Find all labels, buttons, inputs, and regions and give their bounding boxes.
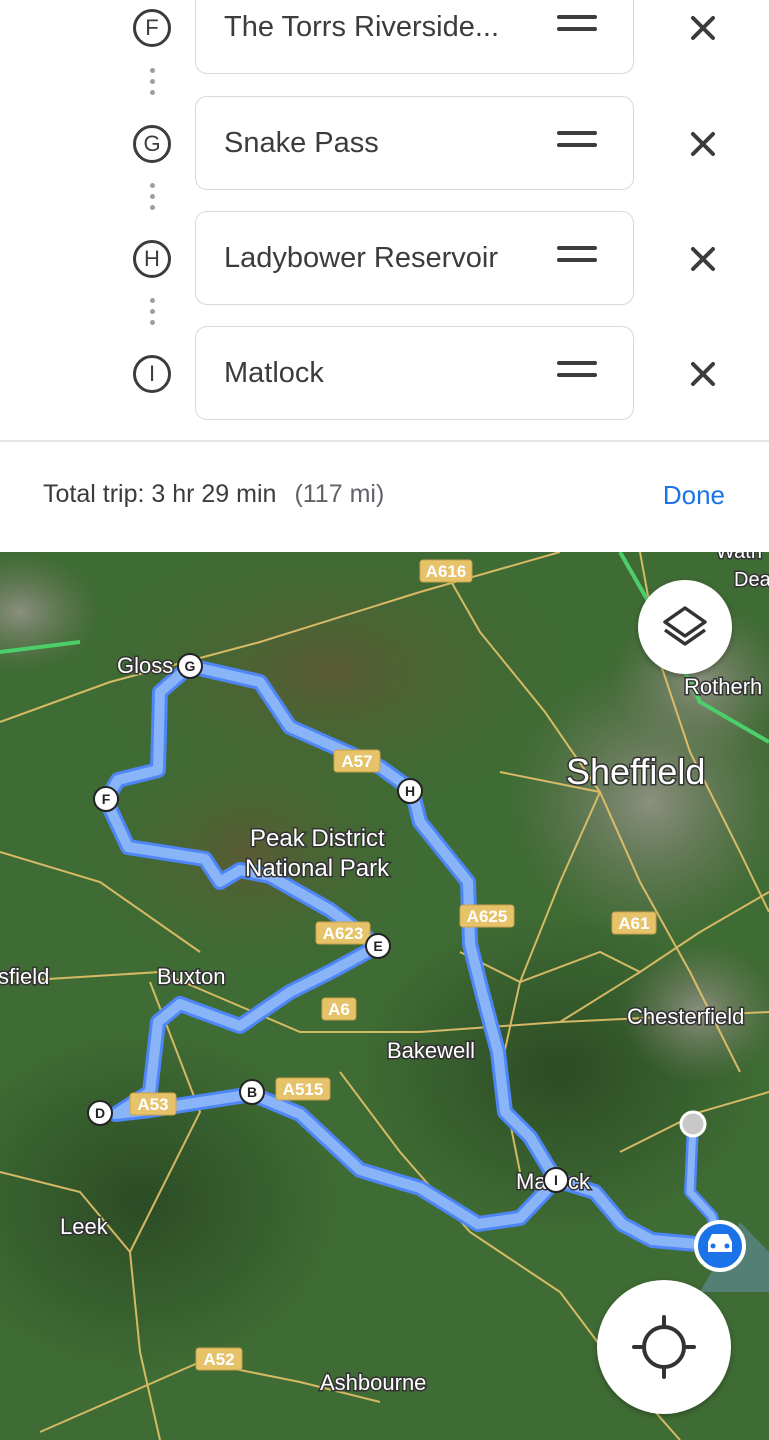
stop-name: Matlock	[224, 357, 324, 389]
done-button[interactable]: Done	[663, 480, 725, 511]
stop-name: Snake Pass	[224, 127, 379, 159]
stop-name: Ladybower Reservoir	[224, 242, 499, 274]
place-bakewell: Bakewell	[387, 1038, 475, 1063]
place-macclesfield: sfield	[0, 964, 49, 989]
marker-g-label: G	[185, 658, 196, 674]
layers-button[interactable]	[638, 580, 732, 674]
stop-field-g[interactable]: Snake Pass	[195, 96, 634, 190]
car-location-icon	[694, 1220, 746, 1272]
my-location-button[interactable]	[597, 1280, 731, 1414]
place-leek: Leek	[60, 1214, 109, 1239]
trip-summary: Total trip: 3 hr 29 min (117 mi)	[43, 480, 384, 509]
origin-dot	[679, 1110, 707, 1138]
stop-marker-i: I	[133, 355, 171, 393]
stop-field-h[interactable]: Ladybower Reservoir	[195, 211, 634, 305]
close-icon[interactable]	[688, 129, 718, 159]
stop-row-f: F The Torrs Riverside...	[0, 0, 769, 76]
stop-marker-g: G	[133, 125, 171, 163]
drag-handle-icon[interactable]	[557, 15, 597, 37]
road-label-a623: A623	[323, 924, 364, 943]
marker-e-label: E	[373, 938, 382, 954]
drag-handle-icon[interactable]	[557, 246, 597, 268]
stop-name: The Torrs Riverside...	[224, 11, 500, 43]
road-label-a52: A52	[203, 1350, 234, 1369]
road-label-a6: A6	[328, 1000, 350, 1019]
road-label-a625: A625	[467, 907, 508, 926]
place-glossop: Gloss	[117, 653, 173, 678]
marker-b-label: B	[247, 1084, 257, 1100]
place-matlock: Ma	[516, 1169, 547, 1194]
stop-marker-f: F	[133, 9, 171, 47]
marker-d-label: D	[95, 1105, 105, 1121]
stop-field-f[interactable]: The Torrs Riverside...	[195, 0, 634, 74]
place-national-park: National Park	[245, 855, 390, 882]
place-peak-district: Peak District	[250, 825, 385, 852]
marker-h-label: H	[405, 783, 415, 799]
road-label-a57: A57	[341, 752, 372, 771]
total-trip-time: Total trip: 3 hr 29 min	[43, 480, 277, 508]
place-dea: Dea	[734, 569, 769, 591]
stop-field-i[interactable]: Matlock	[195, 326, 634, 420]
road-label-a515: A515	[283, 1080, 324, 1099]
drag-handle-icon[interactable]	[557, 131, 597, 153]
stop-row-i: I Matlock	[0, 326, 769, 422]
crosshair-icon	[632, 1315, 696, 1379]
road-label-a61: A61	[618, 914, 649, 933]
total-trip-distance: (117 mi)	[294, 480, 385, 508]
marker-i-label: I	[554, 1172, 558, 1188]
place-rotherham: Rotherh	[684, 674, 762, 699]
place-buxton: Buxton	[157, 964, 226, 989]
directions-panel: F The Torrs Riverside... G Snake Pass H …	[0, 0, 769, 552]
place-ashbourne: Ashbourne	[320, 1370, 426, 1395]
map-view[interactable]: A616 A57 A625 A61 A623 A6 A53 A515 A52 S…	[0, 552, 769, 1440]
drag-handle-icon[interactable]	[557, 361, 597, 383]
close-icon[interactable]	[688, 13, 718, 43]
stop-marker-h: H	[133, 240, 171, 278]
marker-f-label: F	[102, 791, 111, 807]
stop-row-h: H Ladybower Reservoir	[0, 211, 769, 307]
stop-row-g: G Snake Pass	[0, 96, 769, 192]
place-sheffield: Sheffield	[566, 751, 705, 792]
road-label-a53: A53	[137, 1095, 168, 1114]
place-wath: Wath	[716, 552, 762, 563]
place-matlock-end: ck	[568, 1169, 591, 1194]
layers-icon	[663, 606, 707, 646]
close-icon[interactable]	[688, 359, 718, 389]
divider	[0, 440, 769, 442]
close-icon[interactable]	[688, 244, 718, 274]
place-chesterfield: Chesterfield	[627, 1004, 744, 1029]
road-label-a616: A616	[426, 562, 467, 581]
